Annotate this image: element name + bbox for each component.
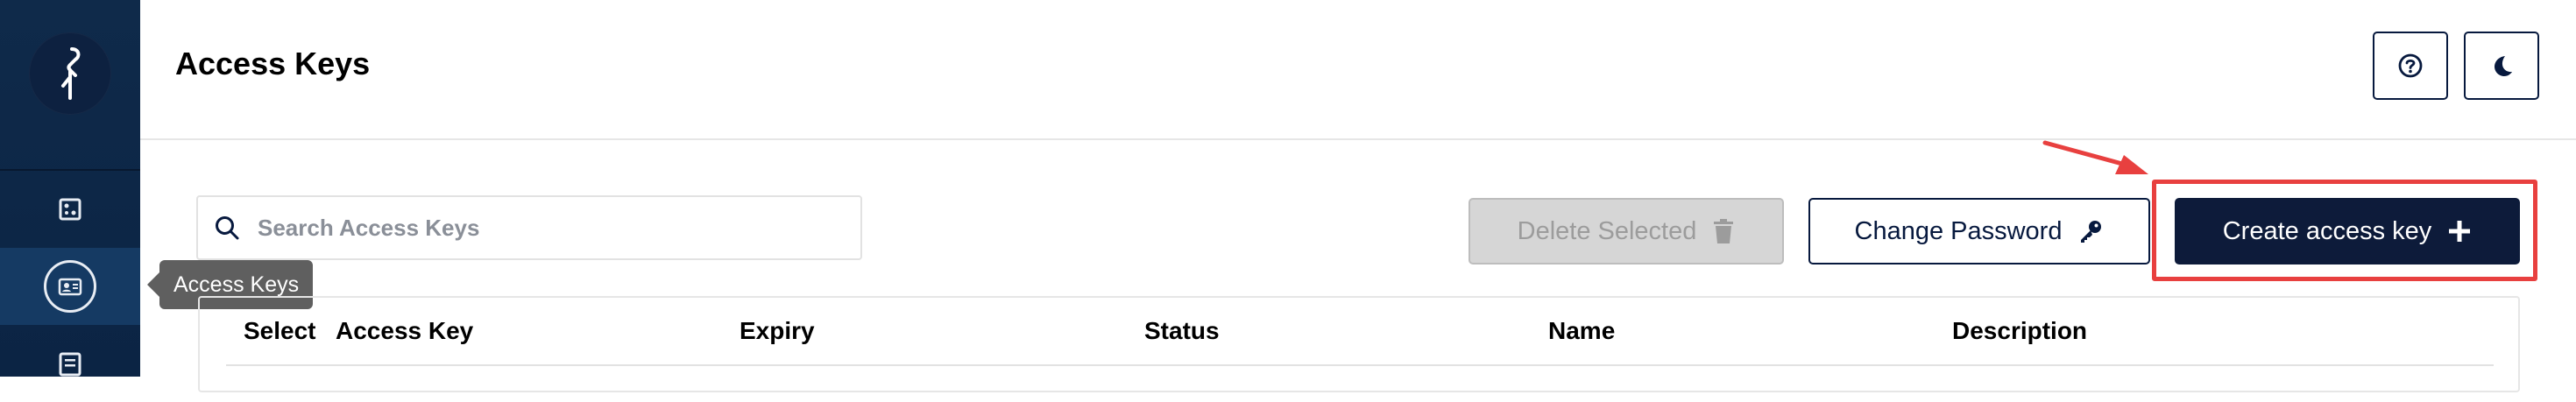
access-keys-icon-ring xyxy=(44,260,96,313)
change-password-label: Change Password xyxy=(1854,216,2063,245)
minio-logo[interactable] xyxy=(29,32,111,115)
key-icon xyxy=(2081,221,2102,243)
bucket-icon xyxy=(59,198,81,221)
documentation-icon xyxy=(59,352,81,377)
column-header-select[interactable]: Select xyxy=(244,317,316,345)
delete-selected-label: Delete Selected xyxy=(1517,216,1697,245)
help-button[interactable] xyxy=(2373,32,2448,100)
sidebar-item-documentation[interactable] xyxy=(0,325,140,402)
column-header-access-key[interactable]: Access Key xyxy=(336,317,473,345)
search-box[interactable] xyxy=(196,195,862,260)
access-keys-icon xyxy=(58,278,82,296)
table-header-divider xyxy=(226,364,2494,366)
trash-icon xyxy=(1714,219,1734,243)
page-title: Access Keys xyxy=(175,46,371,81)
sidebar-item-access-keys[interactable] xyxy=(0,248,140,325)
column-header-status[interactable]: Status xyxy=(1144,317,1220,345)
help-circle-icon xyxy=(2398,53,2423,78)
search-input[interactable] xyxy=(256,213,820,243)
moon-icon xyxy=(2495,56,2512,76)
theme-toggle-button[interactable] xyxy=(2464,32,2539,100)
column-header-expiry[interactable]: Expiry xyxy=(740,317,815,345)
change-password-button[interactable]: Change Password xyxy=(1808,198,2150,264)
column-header-name[interactable]: Name xyxy=(1548,317,1615,345)
column-header-description[interactable]: Description xyxy=(1952,317,2087,345)
search-icon xyxy=(216,216,239,240)
minio-bird-icon xyxy=(61,47,81,100)
highlight-box xyxy=(2152,180,2537,281)
delete-selected-button[interactable]: Delete Selected xyxy=(1468,198,1784,264)
annotation-arrow xyxy=(2042,140,2148,174)
sidebar xyxy=(0,0,140,377)
sidebar-item-buckets[interactable] xyxy=(0,171,140,248)
access-keys-table xyxy=(198,296,2520,392)
page-header: Access Keys xyxy=(140,0,2576,140)
